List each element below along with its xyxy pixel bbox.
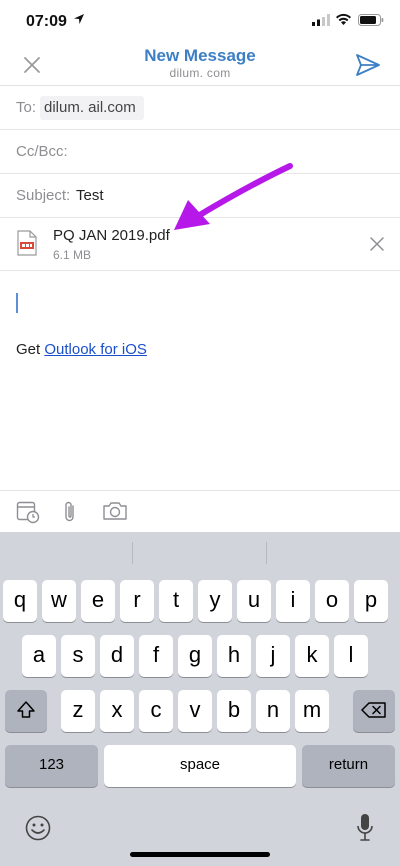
key-a[interactable]: a xyxy=(22,635,56,677)
cc-bcc-field-row[interactable]: Cc/Bcc: xyxy=(0,130,400,174)
shift-icon xyxy=(17,701,35,718)
suggestion-divider xyxy=(266,542,267,564)
home-indicator xyxy=(130,852,270,857)
recipient-chip[interactable]: dilum. ail.com xyxy=(40,96,144,120)
signature-prefix: Get xyxy=(16,341,45,358)
location-arrow-icon xyxy=(74,14,84,24)
attachment-item[interactable]: PQ JAN 2019.pdf 6.1 MB xyxy=(0,218,400,271)
suggestion-divider xyxy=(132,542,133,564)
subject-label: Subject: xyxy=(16,187,71,204)
compose-header: New Message dilum. com xyxy=(0,44,400,86)
key-n[interactable]: n xyxy=(256,690,290,732)
key-s[interactable]: s xyxy=(61,635,95,677)
status-time: 07:09 xyxy=(26,13,67,30)
pdf-file-icon xyxy=(17,230,37,256)
return-key[interactable]: return xyxy=(302,745,395,787)
key-i[interactable]: i xyxy=(276,580,310,622)
key-o[interactable]: o xyxy=(315,580,349,622)
key-r[interactable]: r xyxy=(120,580,154,622)
key-h[interactable]: h xyxy=(217,635,251,677)
compose-screen: 07:09 New Message dilum. com To: dilum. … xyxy=(0,0,400,866)
message-body[interactable]: Get Outlook for iOS xyxy=(0,271,400,490)
cc-bcc-label: Cc/Bcc: xyxy=(16,143,68,160)
compose-form: To: dilum. ail.com Cc/Bcc: Subject: Test… xyxy=(0,86,400,490)
key-z[interactable]: z xyxy=(61,690,95,732)
key-g[interactable]: g xyxy=(178,635,212,677)
key-m[interactable]: m xyxy=(295,690,329,732)
camera-icon[interactable] xyxy=(102,500,128,522)
outlook-for-ios-link[interactable]: Outlook for iOS xyxy=(44,341,147,358)
shift-key[interactable] xyxy=(5,690,47,732)
numbers-key[interactable]: 123 xyxy=(5,745,98,787)
signature: Get Outlook for iOS xyxy=(16,341,147,358)
remove-attachment-icon[interactable] xyxy=(370,237,384,251)
key-p[interactable]: p xyxy=(354,580,388,622)
key-c[interactable]: c xyxy=(139,690,173,732)
paperclip-icon[interactable] xyxy=(62,500,78,524)
backspace-icon xyxy=(361,702,386,718)
calendar-clock-icon[interactable] xyxy=(16,500,40,524)
delete-key[interactable] xyxy=(353,690,395,732)
key-d[interactable]: d xyxy=(100,635,134,677)
key-j[interactable]: j xyxy=(256,635,290,677)
key-v[interactable]: v xyxy=(178,690,212,732)
key-w[interactable]: w xyxy=(42,580,76,622)
attachment-size: 6.1 MB xyxy=(53,248,92,262)
key-u[interactable]: u xyxy=(237,580,271,622)
page-title: New Message xyxy=(144,46,256,65)
cellular-signal-icon xyxy=(312,14,330,26)
emoji-icon[interactable] xyxy=(25,815,51,841)
status-bar: 07:09 xyxy=(0,0,400,44)
battery-icon xyxy=(358,14,384,26)
key-b[interactable]: b xyxy=(217,690,251,732)
key-k[interactable]: k xyxy=(295,635,329,677)
to-label: To: xyxy=(16,99,37,116)
space-key[interactable]: space xyxy=(104,745,296,787)
subject-input[interactable]: Test xyxy=(76,187,104,204)
compose-toolbar xyxy=(0,490,400,532)
key-q[interactable]: q xyxy=(3,580,37,622)
key-l[interactable]: l xyxy=(334,635,368,677)
key-t[interactable]: t xyxy=(159,580,193,622)
key-x[interactable]: x xyxy=(100,690,134,732)
attachment-name: PQ JAN 2019.pdf xyxy=(53,227,170,244)
key-y[interactable]: y xyxy=(198,580,232,622)
to-field-row[interactable]: To: dilum. ail.com xyxy=(0,86,400,130)
text-cursor xyxy=(16,293,18,313)
key-e[interactable]: e xyxy=(81,580,115,622)
send-icon[interactable] xyxy=(354,52,382,78)
wifi-icon xyxy=(336,13,351,25)
subject-field-row[interactable]: Subject: Test xyxy=(0,174,400,218)
suggestion-bar xyxy=(0,532,400,574)
on-screen-keyboard: qwertyuiop asdfghjkl zxcvbnm 123 space r… xyxy=(0,532,400,866)
from-account[interactable]: dilum. com xyxy=(0,66,400,80)
key-f[interactable]: f xyxy=(139,635,173,677)
microphone-icon[interactable] xyxy=(356,813,374,843)
